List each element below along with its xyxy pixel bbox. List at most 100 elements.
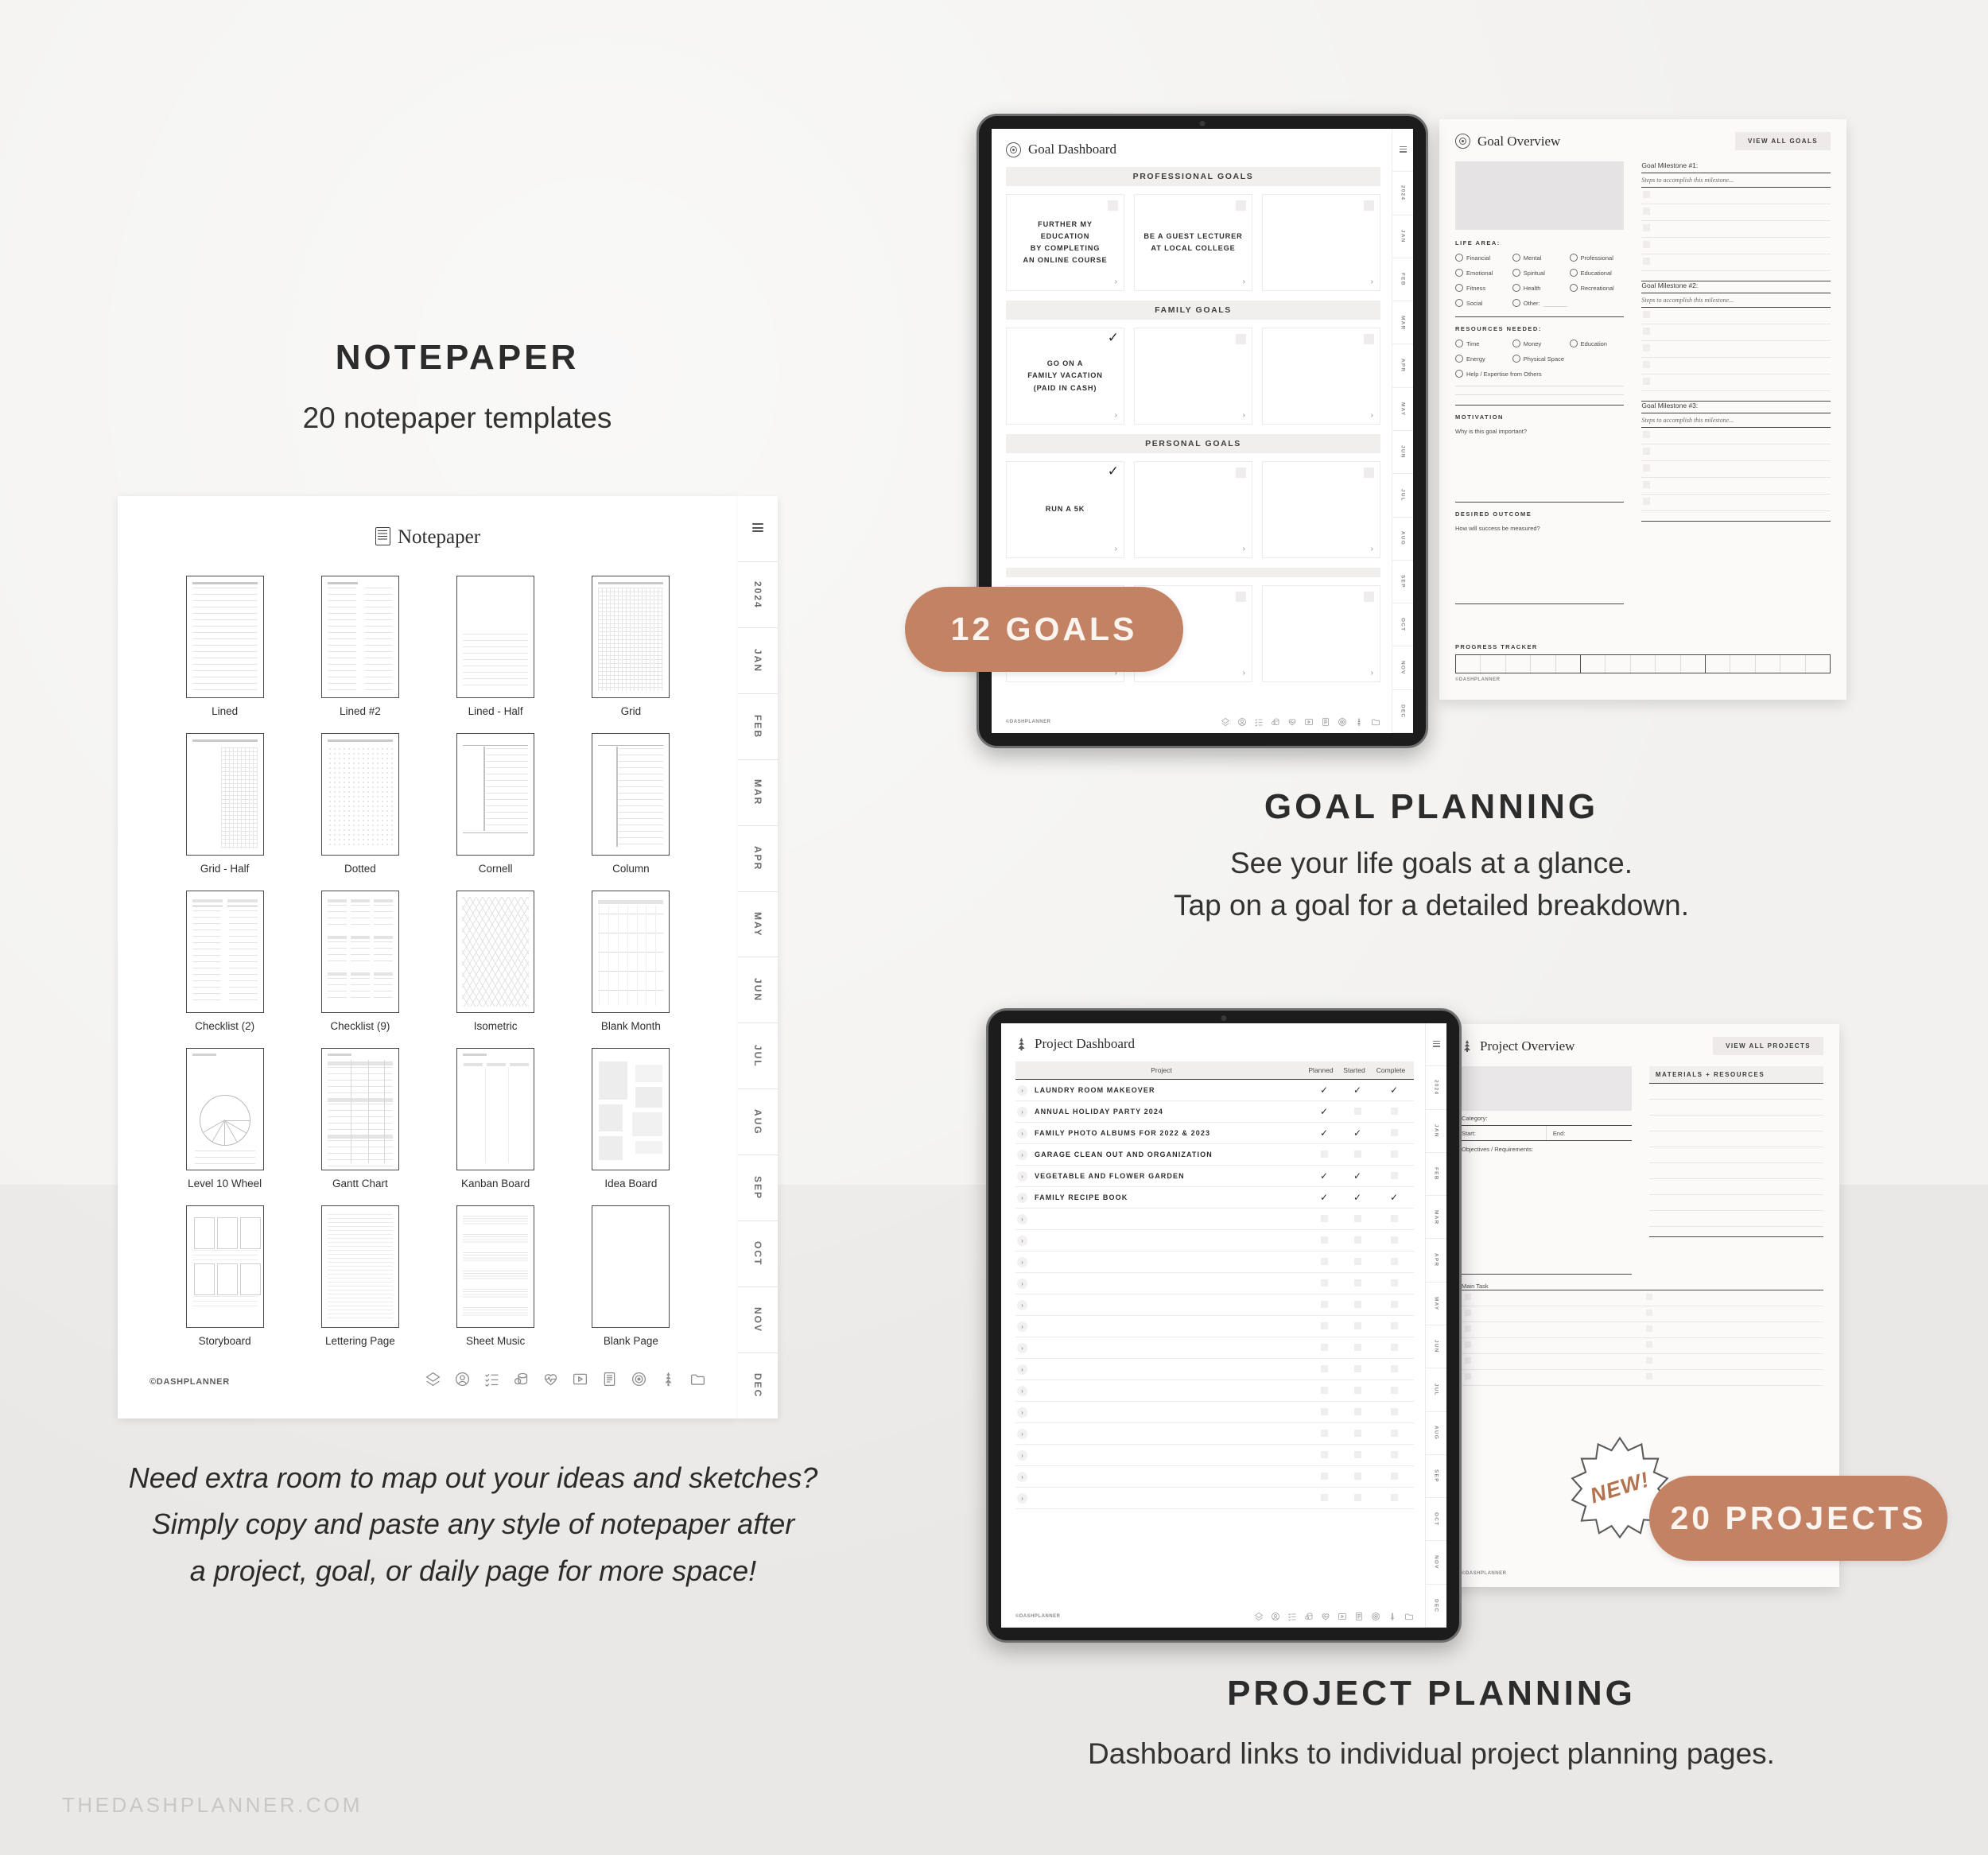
notepaper-template-cell[interactable]: Level 10 Wheel	[167, 1048, 282, 1189]
main-task-cell[interactable]	[1462, 1338, 1643, 1354]
materials-line[interactable]	[1648, 1211, 1823, 1227]
goal-open-arrow[interactable]: ›	[1115, 277, 1117, 286]
profile-icon[interactable]	[1271, 1612, 1280, 1621]
notepaper-thumbnail[interactable]	[185, 1048, 264, 1170]
milestone-steps-placeholder[interactable]: Steps to accomplish this milestone...	[1641, 413, 1831, 428]
notepaper-template-cell[interactable]: Idea Board	[573, 1048, 689, 1189]
notepaper-template-cell[interactable]: Isometric	[438, 891, 553, 1032]
project-dashboard-tab-2024[interactable]: 2024	[1426, 1066, 1446, 1110]
video-icon[interactable]	[572, 1371, 588, 1387]
empty-checkbox[interactable]	[1341, 1107, 1374, 1116]
notepaper-thumbnail[interactable]	[456, 1048, 535, 1170]
chevron-right-icon[interactable]: ›	[1017, 1170, 1027, 1182]
notepaper-template-cell[interactable]: Cornell	[438, 733, 553, 875]
empty-checkbox[interactable]	[1341, 1386, 1374, 1395]
dash-logo-icon[interactable]	[1254, 1612, 1264, 1621]
notepaper-template-cell[interactable]: Grid	[573, 576, 689, 717]
task-checkbox[interactable]	[1465, 1357, 1471, 1364]
check-icon[interactable]: ✓	[1307, 1128, 1341, 1138]
materials-line[interactable]	[1648, 1163, 1823, 1179]
goal-open-arrow[interactable]: ›	[1371, 411, 1373, 420]
empty-checkbox[interactable]	[1374, 1321, 1414, 1331]
notepaper-template-cell[interactable]: Gantt Chart	[302, 1048, 417, 1189]
goal-dashboard-tab-nov[interactable]: NOV	[1392, 646, 1413, 690]
empty-checkbox[interactable]	[1374, 1279, 1414, 1288]
notepaper-thumbnail[interactable]	[456, 891, 535, 1013]
main-task-cell[interactable]	[1462, 1354, 1643, 1370]
project-row[interactable]: ›	[1015, 1380, 1414, 1402]
notepaper-thumbnail[interactable]	[185, 733, 264, 856]
goal-open-arrow[interactable]: ›	[1243, 669, 1245, 677]
project-row[interactable]: ›	[1015, 1466, 1414, 1488]
check-icon[interactable]: ✓	[1307, 1107, 1341, 1116]
project-name-cell[interactable]: ›	[1015, 1407, 1307, 1418]
goal-open-arrow[interactable]: ›	[1115, 411, 1117, 420]
notepaper-thumbnail[interactable]	[320, 576, 399, 698]
chevron-right-icon[interactable]: ›	[1017, 1256, 1027, 1267]
notepaper-icon[interactable]	[601, 1371, 618, 1387]
notepaper-thumbnail[interactable]	[320, 1048, 399, 1170]
task-checkbox[interactable]	[1645, 1373, 1652, 1380]
notepaper-template-cell[interactable]: Lettering Page	[302, 1205, 417, 1347]
goal-dashboard-tab-oct[interactable]: OCT	[1392, 603, 1413, 647]
goal-card[interactable]: ›	[1134, 461, 1252, 558]
project-row[interactable]: ›	[1015, 1402, 1414, 1423]
empty-checkbox[interactable]	[1341, 1321, 1374, 1331]
empty-checkbox[interactable]	[1341, 1150, 1374, 1159]
notepaper-thumbnail[interactable]	[456, 576, 535, 698]
notepaper-tab-may[interactable]: MAY	[738, 892, 778, 958]
notepaper-tab-feb[interactable]: FEB	[738, 694, 778, 760]
empty-checkbox[interactable]	[1307, 1300, 1341, 1310]
notepaper-template-cell[interactable]: Dotted	[302, 733, 417, 875]
goal-target-icon[interactable]	[631, 1371, 647, 1387]
step-checkbox[interactable]	[1643, 431, 1651, 438]
goal-target-icon[interactable]	[1371, 1612, 1380, 1621]
check-icon[interactable]: ✓	[1341, 1085, 1374, 1095]
goal-checkbox[interactable]	[1236, 468, 1246, 478]
project-name-cell[interactable]: ›	[1015, 1278, 1307, 1289]
life-area-option[interactable]: Mental	[1512, 254, 1567, 262]
empty-checkbox[interactable]	[1374, 1214, 1414, 1224]
video-icon[interactable]	[1338, 1612, 1347, 1621]
step-checkbox[interactable]	[1643, 258, 1651, 265]
video-icon[interactable]	[1304, 717, 1314, 727]
life-area-option[interactable]: Recreational	[1569, 284, 1625, 292]
milestone-step-line[interactable]	[1641, 461, 1831, 478]
folder-icon[interactable]	[689, 1371, 706, 1387]
project-dashboard-tab-jan[interactable]: JAN	[1426, 1110, 1446, 1153]
life-area-option[interactable]: Health	[1512, 284, 1567, 292]
goal-open-arrow[interactable]: ›	[1243, 545, 1245, 553]
notepaper-tab-apr[interactable]: APR	[738, 826, 778, 892]
goal-open-arrow[interactable]: ›	[1371, 669, 1373, 677]
project-row[interactable]: ›	[1015, 1252, 1414, 1273]
finance-icon[interactable]	[1304, 1612, 1314, 1621]
chevron-right-icon[interactable]: ›	[1017, 1299, 1027, 1310]
project-footer-icon-row[interactable]	[1254, 1612, 1414, 1621]
milestone-title[interactable]: Goal Milestone #1:	[1641, 161, 1831, 173]
chevron-right-icon[interactable]: ›	[1017, 1127, 1027, 1139]
task-checkbox[interactable]	[1645, 1325, 1652, 1332]
goal-checkbox[interactable]	[1236, 200, 1246, 211]
materials-line[interactable]	[1648, 1116, 1823, 1131]
project-name-cell[interactable]: ›	[1015, 1235, 1307, 1246]
project-title-box[interactable]	[1462, 1066, 1632, 1111]
project-row[interactable]: › FAMILY PHOTO ALBUMS FOR 2022 & 2023 ✓ ✓	[1015, 1123, 1414, 1144]
empty-checkbox[interactable]	[1374, 1236, 1414, 1245]
radio-icon[interactable]	[1512, 340, 1520, 347]
chevron-right-icon[interactable]: ›	[1017, 1235, 1027, 1246]
empty-checkbox[interactable]	[1307, 1493, 1341, 1503]
project-month-tabs[interactable]: 2024 JAN FEB MAR APR MAY JUN JUL AUG SEP OCT NOV DEC	[1425, 1023, 1446, 1628]
goal-dashboard-tab-2024[interactable]: 2024	[1392, 172, 1413, 215]
goal-checkbox[interactable]	[1364, 200, 1374, 211]
resource-option[interactable]: Energy	[1455, 355, 1510, 363]
life-area-option[interactable]: Social	[1455, 299, 1510, 307]
notepaper-thumbnail[interactable]	[592, 576, 670, 698]
empty-checkbox[interactable]	[1307, 1364, 1341, 1374]
checklist-icon[interactable]	[1254, 717, 1264, 727]
goal-checked-icon[interactable]: ✓	[1108, 331, 1119, 344]
project-row[interactable]: › ANNUAL HOLIDAY PARTY 2024 ✓	[1015, 1101, 1414, 1123]
step-checkbox[interactable]	[1643, 378, 1651, 385]
step-checkbox[interactable]	[1643, 344, 1651, 351]
notepaper-template-cell[interactable]: Column	[573, 733, 689, 875]
milestone-step-line[interactable]	[1641, 308, 1831, 324]
